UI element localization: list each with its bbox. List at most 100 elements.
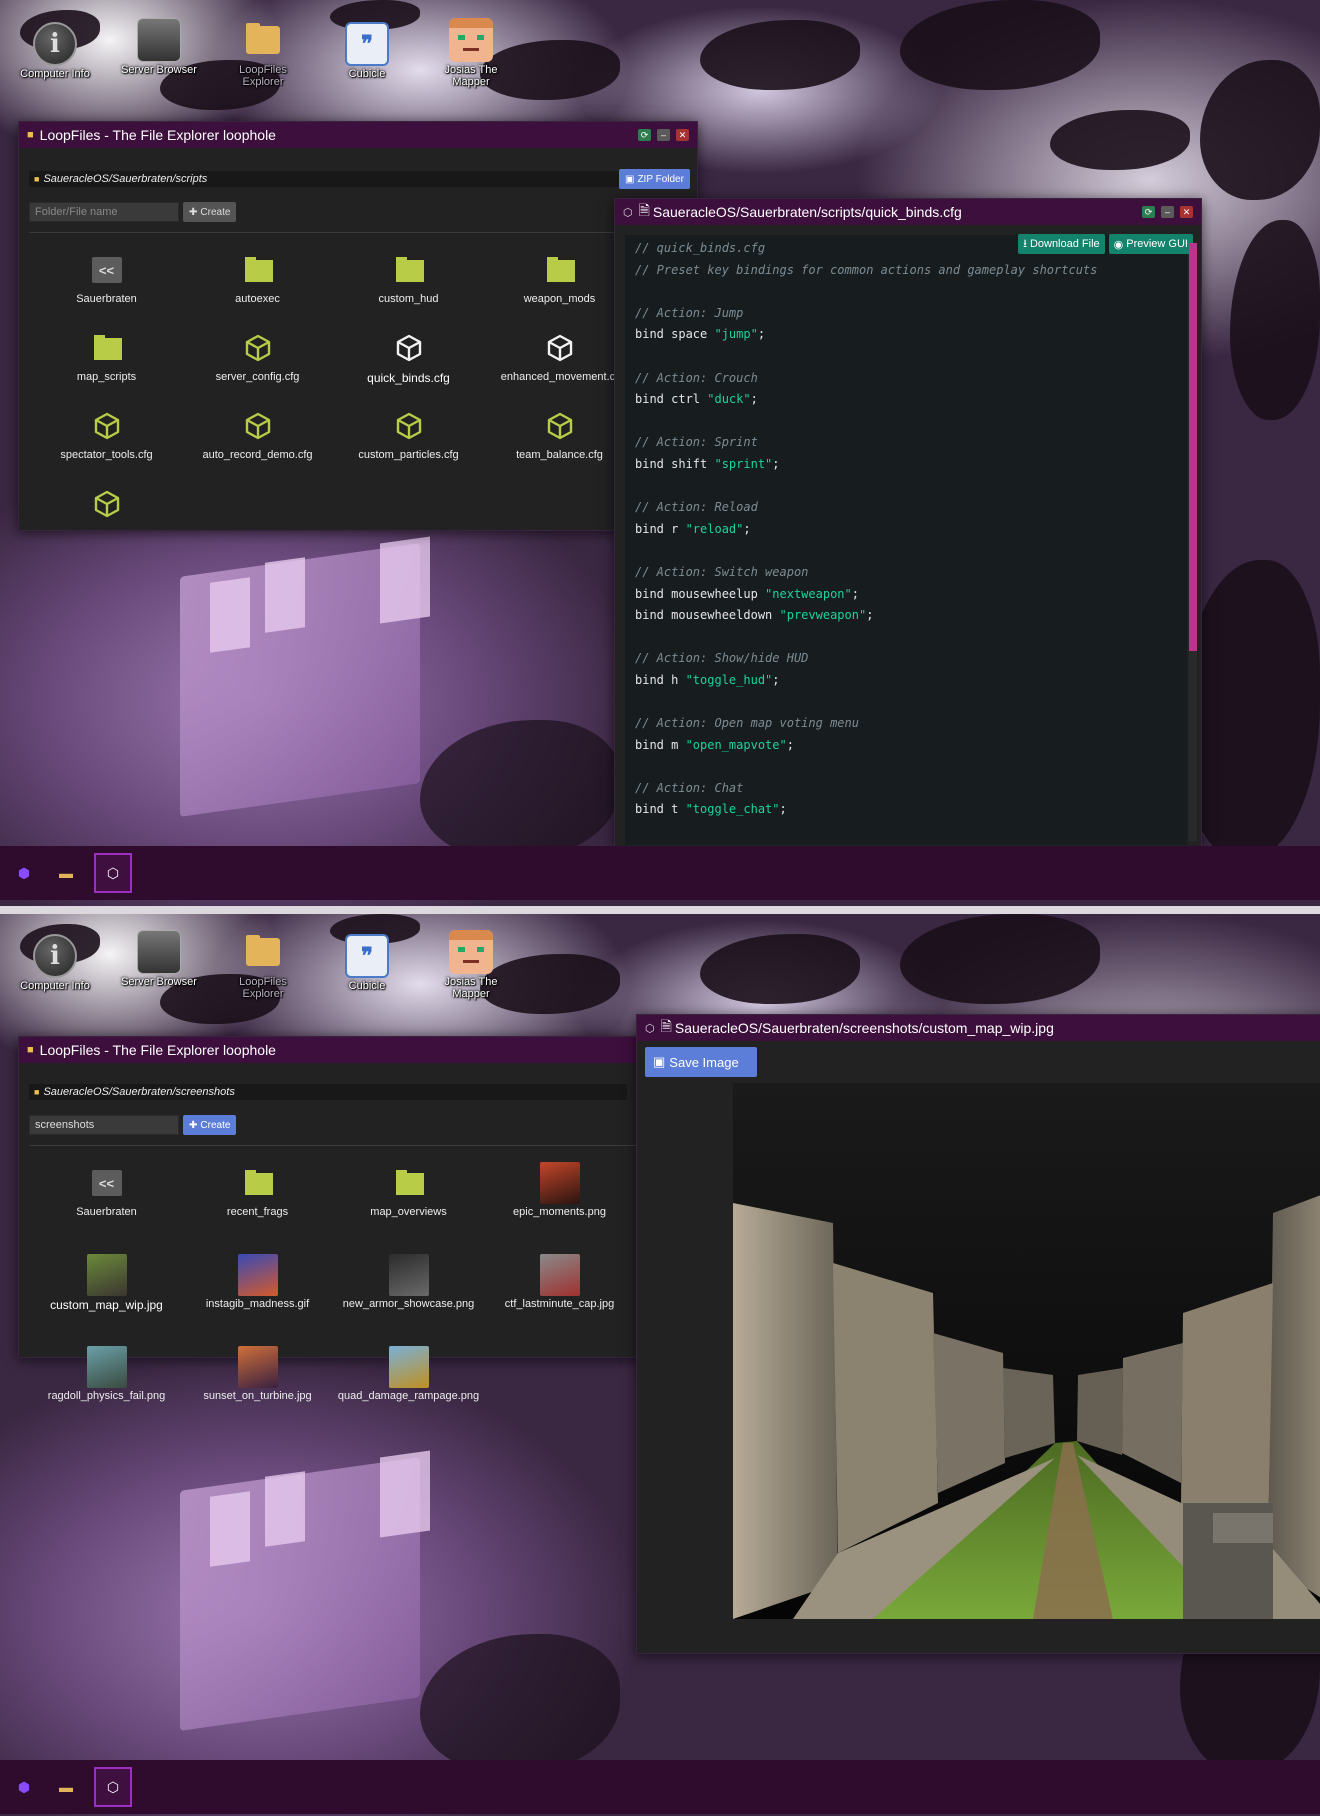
file-item[interactable]: map_overviews [333, 1159, 484, 1225]
archive-icon: ▣ [625, 173, 635, 185]
code-line: bind space "jump"; [635, 327, 766, 342]
server-icon [137, 18, 181, 62]
create-button[interactable]: ✚ Create [183, 202, 237, 222]
file-item[interactable]: ragdoll_physics_fail.png [31, 1343, 182, 1409]
file-item[interactable]: enhanced_movement.cf [484, 324, 635, 390]
file-item[interactable]: quad_damage_rampage.png [333, 1343, 484, 1409]
desktop-icon-label: LoopFiles Explorer [239, 64, 287, 88]
file-item[interactable]: weapon_mods [484, 246, 635, 312]
save-image-button[interactable]: ▣ Save Image [645, 1047, 757, 1077]
file-item[interactable]: epic_moments.png [484, 1159, 635, 1225]
desktop-icon-label: Computer Info [20, 980, 90, 992]
new-item-name-input[interactable]: Folder/File name [29, 202, 179, 222]
window-titlebar[interactable]: ■ LoopFiles - The File Explorer loophole… [19, 1037, 697, 1063]
download-label: Download File [1029, 238, 1100, 250]
file-item[interactable]: autoexec [182, 246, 333, 312]
breadcrumb: ■ SaueracleOS/Sauerbraten/screenshots [29, 1084, 627, 1100]
zip-folder-button[interactable]: ▣ ZIP Folder [619, 169, 690, 189]
create-button[interactable]: ✚ Create [183, 1115, 237, 1135]
desktop-icon-computer-info[interactable]: i Computer Info [10, 934, 100, 992]
window-titlebar[interactable]: ⬡ 🗎 SaueracleOS/Sauerbraten/scripts/quic… [615, 199, 1201, 225]
taskbar-editor-icon[interactable]: ⬡ [94, 853, 132, 893]
file-item[interactable]: custom_particles.cfg [333, 402, 484, 468]
chat-bubble-icon: ❞ [345, 22, 389, 66]
desktop-icon-loopfiles-explorer[interactable]: LoopFiles Explorer [218, 930, 308, 1000]
close-button[interactable]: ✕ [1180, 206, 1193, 218]
window-titlebar[interactable]: ■ LoopFiles - The File Explorer loophole… [19, 122, 697, 148]
file-item[interactable]: auto_record_demo.cfg [182, 402, 333, 468]
code-textarea[interactable]: // quick_binds.cfg// Preset key bindings… [625, 235, 1187, 845]
file-item[interactable]: server_config.cfg [182, 324, 333, 390]
file-item[interactable]: spectator_tools.cfg [31, 402, 182, 468]
desktop-icon-josias-the-mapper[interactable]: Josias The Mapper [426, 930, 516, 1000]
desktop-icon-server-browser[interactable]: Server Browser [114, 18, 204, 76]
image-thumbnail-icon [237, 1346, 278, 1388]
file-name: custom_hud [378, 293, 439, 305]
start-menu-icon[interactable]: ⬢ [10, 859, 38, 887]
file-item[interactable]: << Sauerbraten [31, 1159, 182, 1225]
download-file-button[interactable]: ⭳ Download File [1018, 234, 1105, 254]
file-item[interactable]: quick_binds.cfg [333, 324, 484, 390]
desktop-panel-bottom: i Computer Info Server Browser LoopFiles… [0, 914, 1320, 1816]
file-name: quick_binds.cfg [367, 371, 450, 385]
desktop-icon-cubicle[interactable]: ❞ Cubicle [322, 22, 412, 80]
code-line: bind mousewheeldown "prevweapon"; [635, 608, 874, 623]
file-item[interactable]: custom_hud [333, 246, 484, 312]
start-menu-icon[interactable]: ⬢ [10, 1773, 38, 1801]
code-line: // Action: Sprint [635, 435, 758, 450]
create-label: Create [200, 206, 231, 218]
refresh-button[interactable]: ⟳ [1142, 206, 1155, 218]
file-item[interactable]: map_scripts [31, 324, 182, 390]
desktop-icon-loopfiles-explorer[interactable]: LoopFiles Explorer [218, 18, 308, 88]
desktop-icon-josias-the-mapper[interactable]: Josias The Mapper [426, 18, 516, 88]
file-item[interactable]: ctf_lastminute_cap.jpg [484, 1251, 635, 1317]
code-line: // Action: Open map voting menu [635, 716, 859, 731]
file-item[interactable] [31, 480, 182, 546]
desktop-icon-computer-info[interactable]: i Computer Info [10, 22, 100, 80]
refresh-button[interactable]: ⟳ [638, 129, 651, 141]
desktop-icon-cubicle[interactable]: ❞ Cubicle [322, 934, 412, 992]
close-button[interactable]: ✕ [676, 129, 689, 141]
taskbar-folder-icon[interactable]: ▬ [52, 1773, 80, 1801]
desktop-icon-server-browser[interactable]: Server Browser [114, 930, 204, 988]
info-icon: i [33, 934, 77, 978]
file-explorer-window: ■ LoopFiles - The File Explorer loophole… [18, 121, 698, 531]
file-item[interactable]: new_armor_showcase.png [333, 1251, 484, 1317]
cube-file-icon [87, 484, 127, 524]
file-icon: 🗎 [638, 202, 650, 218]
file-name: team_balance.cfg [516, 449, 603, 461]
taskbar-image-viewer-icon[interactable]: ⬡ [94, 1767, 132, 1807]
create-label: Create [200, 1119, 231, 1131]
folder-icon: ■ [27, 129, 34, 141]
file-grid: << Sauerbraten autoexec custom_hud weapon_mo… [31, 246, 635, 546]
scrollbar-thumb[interactable] [1189, 243, 1197, 651]
code-line: // Action: Jump [635, 305, 744, 320]
cube-file-icon [389, 406, 429, 446]
file-name: ctf_lastminute_cap.jpg [504, 1298, 615, 1310]
folder-icon: ■ [27, 1044, 34, 1056]
file-item[interactable]: sunset_on_turbine.jpg [182, 1343, 333, 1409]
file-item[interactable]: recent_frags [182, 1159, 333, 1225]
taskbar-folder-icon[interactable]: ▬ [52, 859, 80, 887]
file-item[interactable]: << Sauerbraten [31, 246, 182, 312]
scrollbar[interactable] [1189, 243, 1197, 841]
new-item-name-input[interactable]: screenshots [29, 1115, 179, 1135]
file-item[interactable]: custom_map_wip.jpg [31, 1251, 182, 1317]
preview-gui-button[interactable]: ◉ Preview GUI [1108, 234, 1193, 254]
minimize-button[interactable]: – [1161, 206, 1174, 218]
cube-file-icon [389, 328, 429, 368]
folder-icon [241, 18, 285, 62]
file-item[interactable]: team_balance.cfg [484, 402, 635, 468]
window-titlebar[interactable]: ⬡ 🗎 SaueracleOS/Sauerbraten/screenshots/… [637, 1015, 1320, 1041]
file-name: custom_particles.cfg [358, 449, 459, 461]
file-name: quad_damage_rampage.png [337, 1390, 480, 1402]
code-line: // Action: Chat [635, 780, 744, 795]
desktop-icon-label: Server Browser [121, 64, 197, 76]
file-name: epic_moments.png [513, 1206, 606, 1218]
desktop-icon-label: Server Browser [121, 976, 197, 988]
file-item[interactable]: instagib_madness.gif [182, 1251, 333, 1317]
minimize-button[interactable]: – [657, 129, 670, 141]
server-icon [137, 930, 181, 974]
